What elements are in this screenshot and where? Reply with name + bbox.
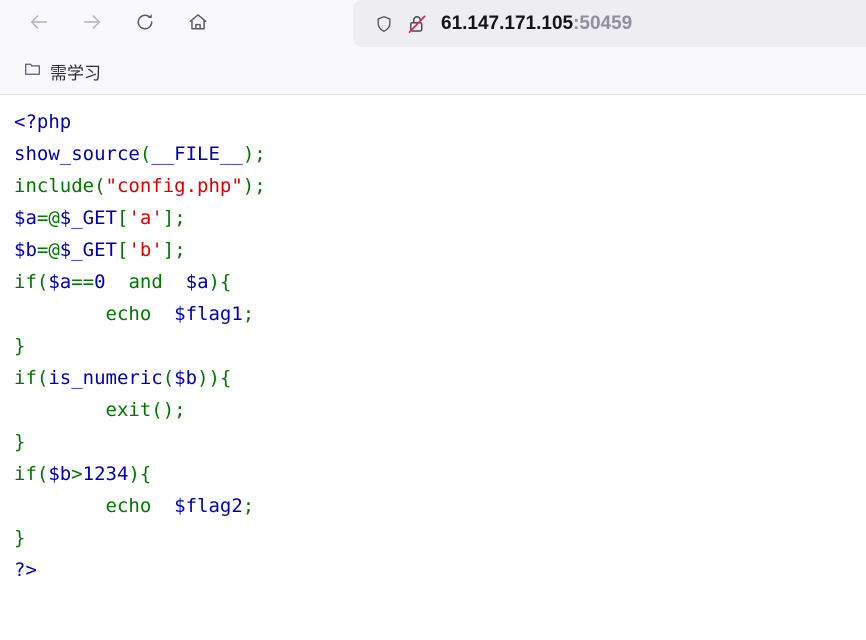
code-token: $a [14,207,37,229]
code-token: ( [139,143,152,165]
code-token: include( [14,175,106,197]
code-token: __FILE__ [151,143,243,165]
code-token: } [14,431,26,453]
code-token: ); [242,143,266,165]
code-token: =@ [36,239,60,261]
code-token: 1234 [82,463,129,485]
code-token: )){ [197,367,232,389]
code-token: $flag1 [174,303,243,325]
code-line: } [14,335,25,357]
code-token: $a [48,271,72,293]
url-text[interactable]: 61.147.171.105:50459 [441,13,632,35]
code-line: <?php [14,111,71,133]
code-token: } [14,335,26,357]
code-token: "config.php" [105,175,243,197]
code-token: $b [14,239,37,261]
code-token: $b [174,367,198,389]
code-token: ); [242,175,266,197]
code-line: exit(); [14,399,186,421]
code-token: ]; [162,239,186,261]
shield-icon[interactable] [373,13,395,35]
code-token: [ [116,239,129,261]
code-line: $a=@$_GET['a']; [14,207,186,229]
code-line: include("config.php"); [14,175,266,197]
code-line: if(is_numeric($b)){ [14,367,231,389]
code-token: $b [48,463,72,485]
code-line: if($b>1234){ [14,463,151,485]
code-line: $b=@$_GET['b']; [14,239,186,261]
code-token: > [71,463,83,485]
php-source-listing: <?php show_source(__FILE__); include("co… [0,95,866,586]
code-line: show_source(__FILE__); [14,143,266,165]
code-token: ]; [162,207,186,229]
code-token: <?php [14,111,72,133]
back-button[interactable] [21,6,57,42]
code-token: $_GET [59,239,117,261]
code-token: =@ [36,207,60,229]
navigation-toolbar: 61.147.171.105:50459 [0,0,866,48]
code-token: is_numeric [48,367,163,389]
code-token: $_GET [59,207,117,229]
page-content: <?php show_source(__FILE__); include("co… [0,95,866,639]
bookmark-folder-需学习[interactable]: 需学习 [17,56,107,87]
code-token: if( [14,367,49,389]
code-token: == [71,271,95,293]
code-line: ?> [14,559,37,581]
home-icon [187,11,209,38]
url-port: :50459 [573,12,633,34]
reload-button[interactable] [127,6,163,42]
lock-crossed-insecure-icon[interactable] [406,13,428,35]
code-line: echo $flag1; [14,303,255,325]
code-line: if($a==0 and $a){ [14,271,231,293]
code-token: 0 [94,271,106,293]
browser-chrome: 61.147.171.105:50459 需学习 [0,0,866,95]
code-token: if( [14,463,49,485]
code-token: } [14,527,26,549]
arrow-left-icon [28,11,50,38]
code-token: ){ [208,271,232,293]
home-button[interactable] [180,6,216,42]
arrow-right-icon [81,11,103,38]
folder-icon [23,59,42,83]
code-token: show_source [14,143,140,165]
code-token: 'b' [128,239,163,261]
code-token: echo [14,303,175,325]
bookmarks-toolbar: 需学习 [0,48,866,95]
code-token: ; [242,495,255,517]
url-bar[interactable]: 61.147.171.105:50459 [353,0,866,47]
code-line: } [14,527,25,549]
reload-icon [134,11,156,38]
code-token: $a [185,271,209,293]
code-token: exit(); [14,399,186,421]
code-token: if( [14,271,49,293]
code-token: ){ [128,463,152,485]
code-token: ; [242,303,255,325]
code-line: echo $flag2; [14,495,255,517]
code-token: 'a' [128,207,163,229]
url-host: 61.147.171.105 [441,12,574,34]
code-token: and [105,271,186,293]
code-token: ( [162,367,175,389]
code-token: ?> [14,559,37,581]
forward-button[interactable] [74,6,110,42]
code-token: [ [116,207,129,229]
code-line: } [14,431,25,453]
code-token: echo [14,495,175,517]
code-token: $flag2 [174,495,243,517]
bookmark-label: 需学习 [50,63,101,84]
